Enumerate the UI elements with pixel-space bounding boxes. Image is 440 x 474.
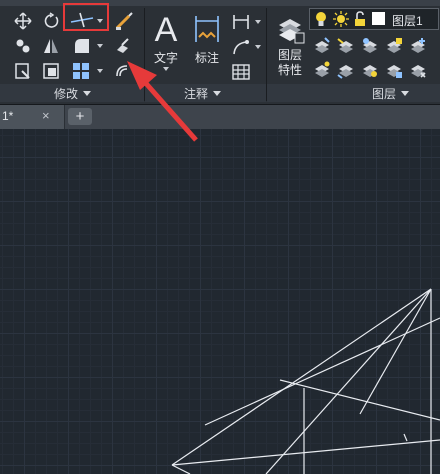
drawing-line bbox=[265, 288, 432, 474]
arrow-shaft bbox=[141, 78, 198, 142]
drawing-line bbox=[403, 433, 408, 442]
canvas-overlay bbox=[127, 61, 440, 474]
drawing-line bbox=[359, 288, 432, 415]
drawing-line bbox=[171, 439, 440, 466]
drawing-line bbox=[171, 464, 191, 474]
pyramid-drawing bbox=[171, 288, 440, 474]
drawing-line bbox=[204, 317, 440, 426]
arrow-head bbox=[127, 61, 157, 90]
drawing-line bbox=[171, 288, 432, 466]
red-arrow-annotation bbox=[127, 61, 198, 142]
